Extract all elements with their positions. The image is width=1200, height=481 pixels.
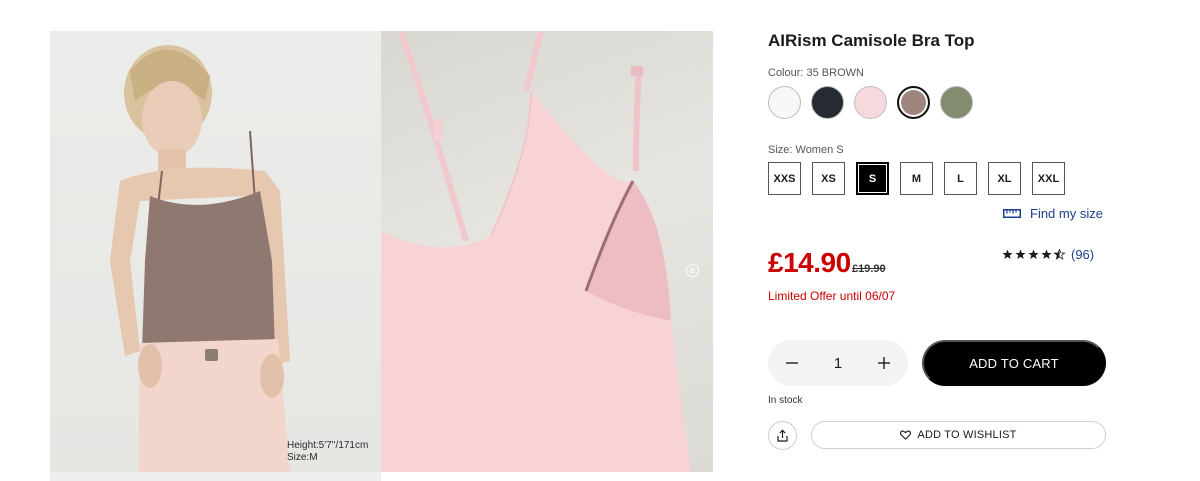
color-label: Colour: 35 BROWN — [768, 67, 864, 79]
find-my-size-label: Find my size — [1030, 206, 1103, 221]
color-swatch-black[interactable] — [811, 86, 844, 119]
star-icon — [1028, 249, 1039, 259]
share-button[interactable] — [768, 421, 797, 450]
model-height: Height:5'7''/171cm — [287, 440, 369, 451]
size-label: Size: Women S — [768, 144, 844, 156]
rating-stars — [1002, 249, 1065, 260]
color-swatch-pink[interactable] — [854, 86, 887, 119]
plus-icon[interactable] — [876, 355, 892, 371]
stock-status: In stock — [768, 395, 803, 406]
ruler-icon — [1003, 209, 1021, 218]
heart-icon — [900, 430, 912, 440]
product-rating[interactable]: (96) — [1002, 247, 1094, 262]
quantity-value[interactable]: 1 — [834, 355, 842, 372]
size-button-xxl[interactable]: XXL — [1032, 162, 1065, 195]
size-options: XXS XS S M L XL XXL — [768, 162, 1065, 195]
star-icon — [1015, 249, 1026, 259]
star-icon — [1041, 249, 1052, 259]
wishlist-label: ADD TO WISHLIST — [917, 429, 1017, 441]
sale-price: £14.90 — [768, 247, 851, 278]
model-illustration — [110, 45, 290, 472]
size-button-xxs[interactable]: XXS — [768, 162, 801, 195]
model-caption: Height:5'7''/171cm Size:M — [287, 440, 368, 464]
original-price: £19.90 — [852, 263, 886, 275]
find-my-size-link[interactable]: Find my size — [1003, 206, 1103, 221]
quantity-stepper: 1 — [768, 340, 908, 386]
fabric-detail-illustration — [381, 31, 691, 472]
size-button-s[interactable]: S — [856, 162, 889, 195]
product-title: AIRism Camisole Bra Top — [768, 31, 975, 50]
zoom-icon[interactable]: ⊕ — [686, 264, 699, 277]
color-swatch-brown[interactable] — [897, 86, 930, 119]
color-swatches — [768, 86, 973, 119]
star-half-icon — [1054, 249, 1065, 260]
size-button-xs[interactable]: XS — [812, 162, 845, 195]
share-icon — [777, 429, 788, 442]
color-swatch-olive[interactable] — [940, 86, 973, 119]
add-to-cart-button[interactable]: ADD TO CART — [922, 340, 1106, 386]
color-swatch-white[interactable] — [768, 86, 801, 119]
image-divider — [50, 472, 381, 481]
rating-count: (96) — [1071, 247, 1095, 262]
model-size: Size:M — [287, 452, 318, 463]
star-icon — [1002, 249, 1013, 259]
size-button-xl[interactable]: XL — [988, 162, 1021, 195]
limited-offer-text: Limited Offer until 06/07 — [768, 289, 896, 303]
minus-icon[interactable] — [784, 355, 800, 371]
size-button-l[interactable]: L — [944, 162, 977, 195]
size-button-m[interactable]: M — [900, 162, 933, 195]
product-image-model[interactable]: Height:5'7''/171cm Size:M — [50, 31, 381, 472]
product-image-detail[interactable]: ⊕ — [381, 31, 713, 472]
add-to-wishlist-button[interactable]: ADD TO WISHLIST — [811, 421, 1106, 449]
